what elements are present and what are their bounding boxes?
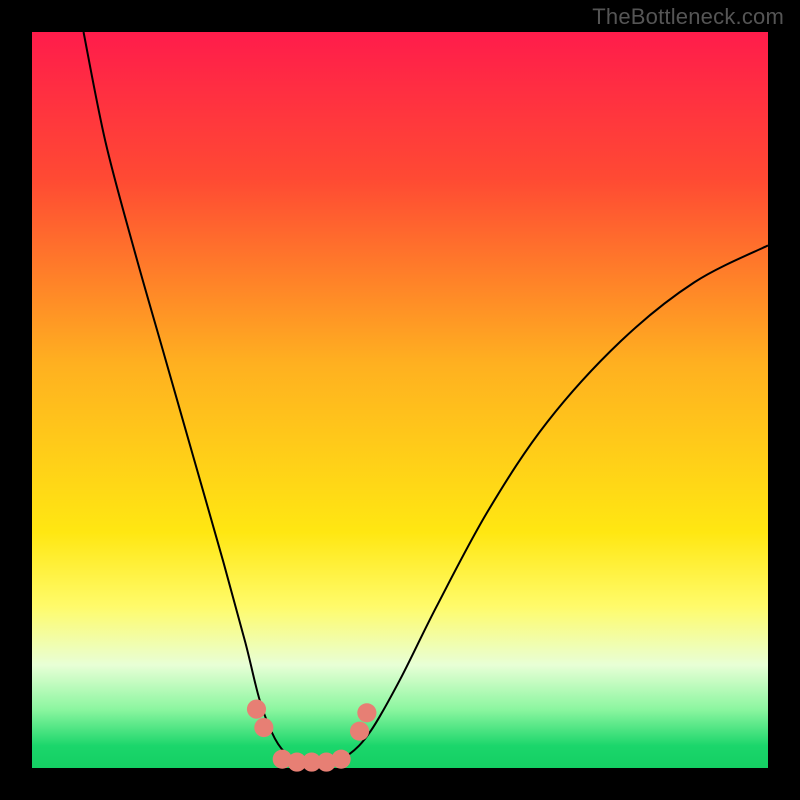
data-marker [247, 700, 266, 719]
chart-svg [0, 0, 800, 800]
plot-background [32, 32, 768, 768]
data-marker [332, 750, 351, 769]
watermark-text: TheBottleneck.com [592, 4, 784, 30]
data-marker [357, 703, 376, 722]
data-marker [254, 718, 273, 737]
data-marker [350, 722, 369, 741]
chart-container: { "watermark": "TheBottleneck.com", "cha… [0, 0, 800, 800]
